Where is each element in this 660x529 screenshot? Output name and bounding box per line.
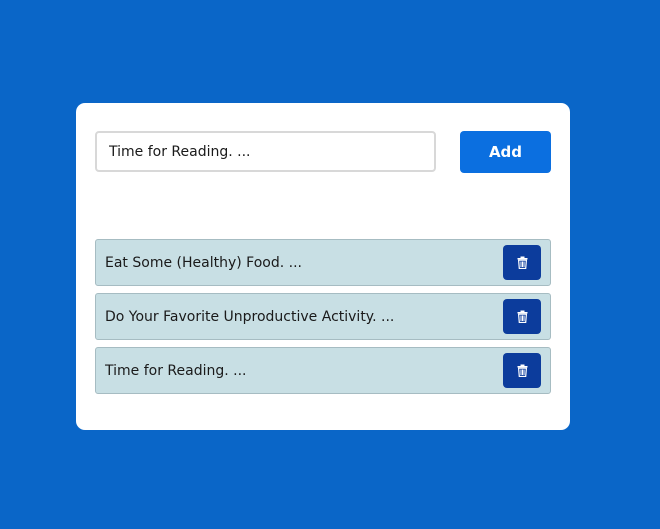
task-list: Eat Some (Healthy) Food. ... Do Your Fav… [95, 239, 551, 401]
task-item: Do Your Favorite Unproductive Activity. … [95, 293, 551, 340]
trash-icon [517, 310, 527, 323]
task-text: Eat Some (Healthy) Food. ... [105, 254, 302, 271]
task-text: Time for Reading. ... [105, 362, 247, 379]
trash-icon [517, 256, 527, 269]
todo-card: Add Eat Some (Healthy) Food. ... Do Your… [76, 103, 570, 430]
task-text: Do Your Favorite Unproductive Activity. … [105, 308, 395, 325]
add-button[interactable]: Add [460, 131, 551, 173]
task-item: Time for Reading. ... [95, 347, 551, 394]
delete-task-button[interactable] [503, 299, 541, 334]
task-input[interactable] [95, 131, 436, 172]
delete-task-button[interactable] [503, 353, 541, 388]
delete-task-button[interactable] [503, 245, 541, 280]
trash-icon [517, 364, 527, 377]
task-item: Eat Some (Healthy) Food. ... [95, 239, 551, 286]
